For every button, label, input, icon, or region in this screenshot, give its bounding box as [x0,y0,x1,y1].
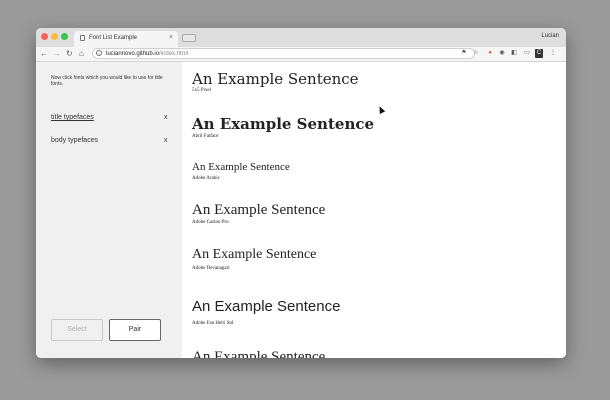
font-sample[interactable]: An Example Sentence [192,202,325,219]
font-sample[interactable]: An Example Sentence [192,70,359,88]
font-name: Adobe Devanagari [192,266,230,271]
home-icon[interactable]: ⌂ [79,48,84,60]
remove-title-typefaces-icon[interactable]: x [164,114,168,121]
url-path: /index.html [159,51,189,57]
extension-icon[interactable]: ◉ [498,49,506,58]
tab-close-icon[interactable]: × [169,34,173,41]
sidebar: Now click fonts which you would like to … [36,62,182,358]
bookmark-star-icon[interactable]: ☆ [472,49,480,58]
info-icon[interactable]: i [96,50,102,56]
mouse-cursor-icon [376,105,386,114]
font-sample[interactable]: An Example Sentence [192,298,340,315]
font-list: An Example Sentence 5x5 Pixel An Example… [182,62,566,358]
c-extension-icon[interactable]: C [535,49,543,58]
puzzle-extension-icon[interactable]: ◧ [510,49,518,58]
close-window-button[interactable] [41,33,48,40]
font-name: Abril Fatface [192,134,219,139]
tab-title: Font List Example [89,35,138,41]
remove-body-typefaces-icon[interactable]: x [164,137,168,144]
user-profile[interactable]: Lucian [541,33,559,39]
font-name: Adobe Caslon Pro [192,220,229,225]
back-icon[interactable]: ← [40,48,48,60]
pair-button[interactable]: Pair [109,319,161,341]
category-title-typefaces[interactable]: title typefaces [51,114,94,121]
font-sample[interactable]: An Example Sentence [192,247,316,263]
select-button[interactable]: Select [51,319,103,341]
menu-icon[interactable]: ⋮ [549,49,557,58]
minimize-window-button[interactable] [51,33,58,40]
font-sample[interactable]: An Example Sentence [192,161,290,173]
font-name: Adobe Arabic [192,176,220,181]
font-sample[interactable]: An Example Sentence [192,349,325,358]
font-sample[interactable]: An Example Sentence [192,115,374,133]
cast-icon[interactable]: ▭ [523,49,531,58]
new-tab-button[interactable] [182,34,196,42]
forward-icon[interactable]: → [53,48,61,60]
url-text: luciannovo.github.io/index.html [106,49,188,59]
category-body-typefaces[interactable]: body typefaces [51,137,98,144]
page-icon [80,35,85,41]
instructions-text: Now click fonts which you would like to … [51,75,163,87]
translate-icon[interactable]: ⚑ [460,49,468,58]
font-name: Adobe Fan Heiti Std [192,321,234,326]
reload-icon[interactable]: ↻ [66,48,73,60]
url-host: luciannovo.github.io [106,51,160,57]
tab-bar: Font List Example × Lucian [36,28,566,47]
font-name: 5x5 Pixel [192,88,212,93]
opera-extension-icon[interactable]: ● [486,49,494,58]
browser-window: Font List Example × Lucian ← → ↻ ⌂ i luc… [36,28,566,358]
tab-font-list-example[interactable]: Font List Example × [74,31,178,47]
address-bar[interactable]: i luciannovo.github.io/index.html [92,48,475,59]
browser-toolbar: ← → ↻ ⌂ i luciannovo.github.io/index.htm… [36,47,566,62]
maximize-window-button[interactable] [61,33,68,40]
